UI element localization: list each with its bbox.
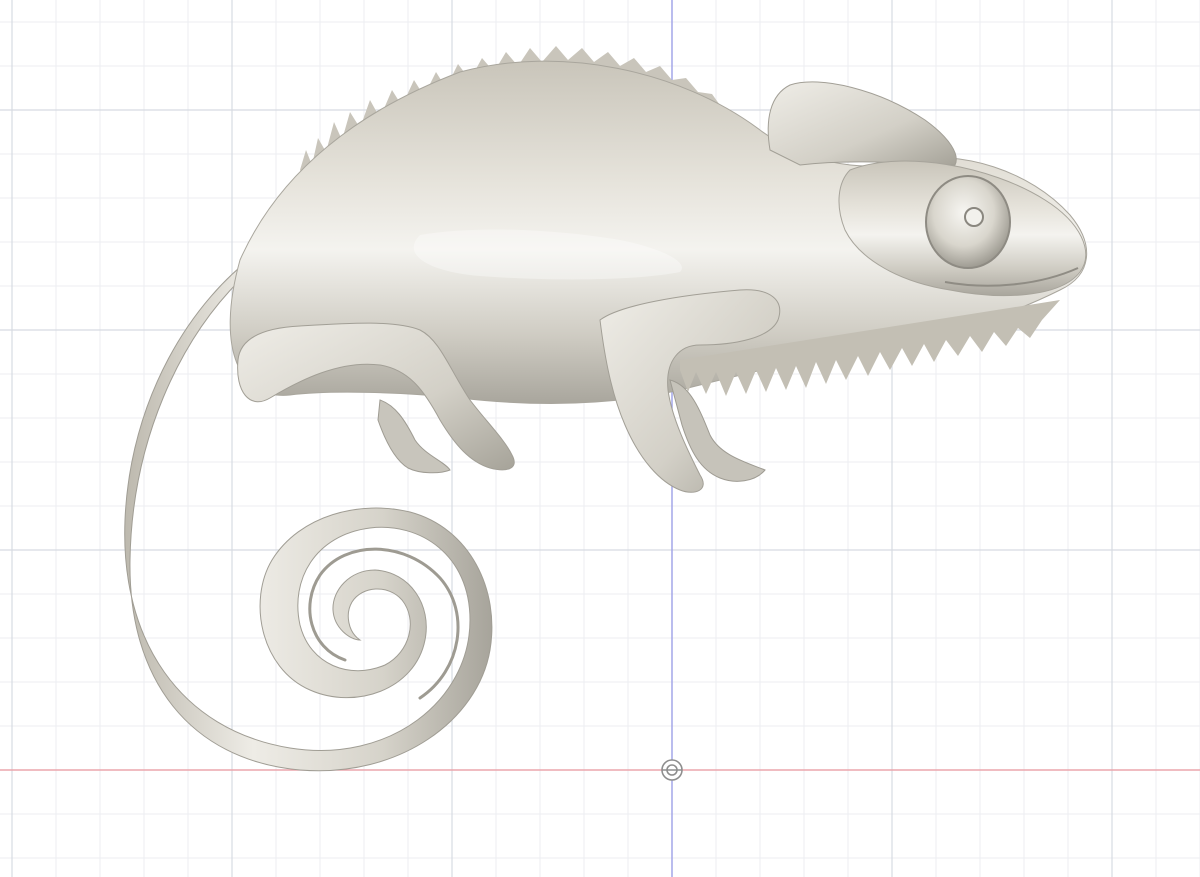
origin-target-icon[interactable] — [660, 758, 684, 782]
head-casque — [767, 81, 957, 166]
eye-pupil — [964, 207, 984, 227]
3d-viewport[interactable] — [0, 0, 1200, 877]
chameleon-model[interactable] — [0, 0, 1200, 877]
front-leg — [599, 289, 781, 493]
